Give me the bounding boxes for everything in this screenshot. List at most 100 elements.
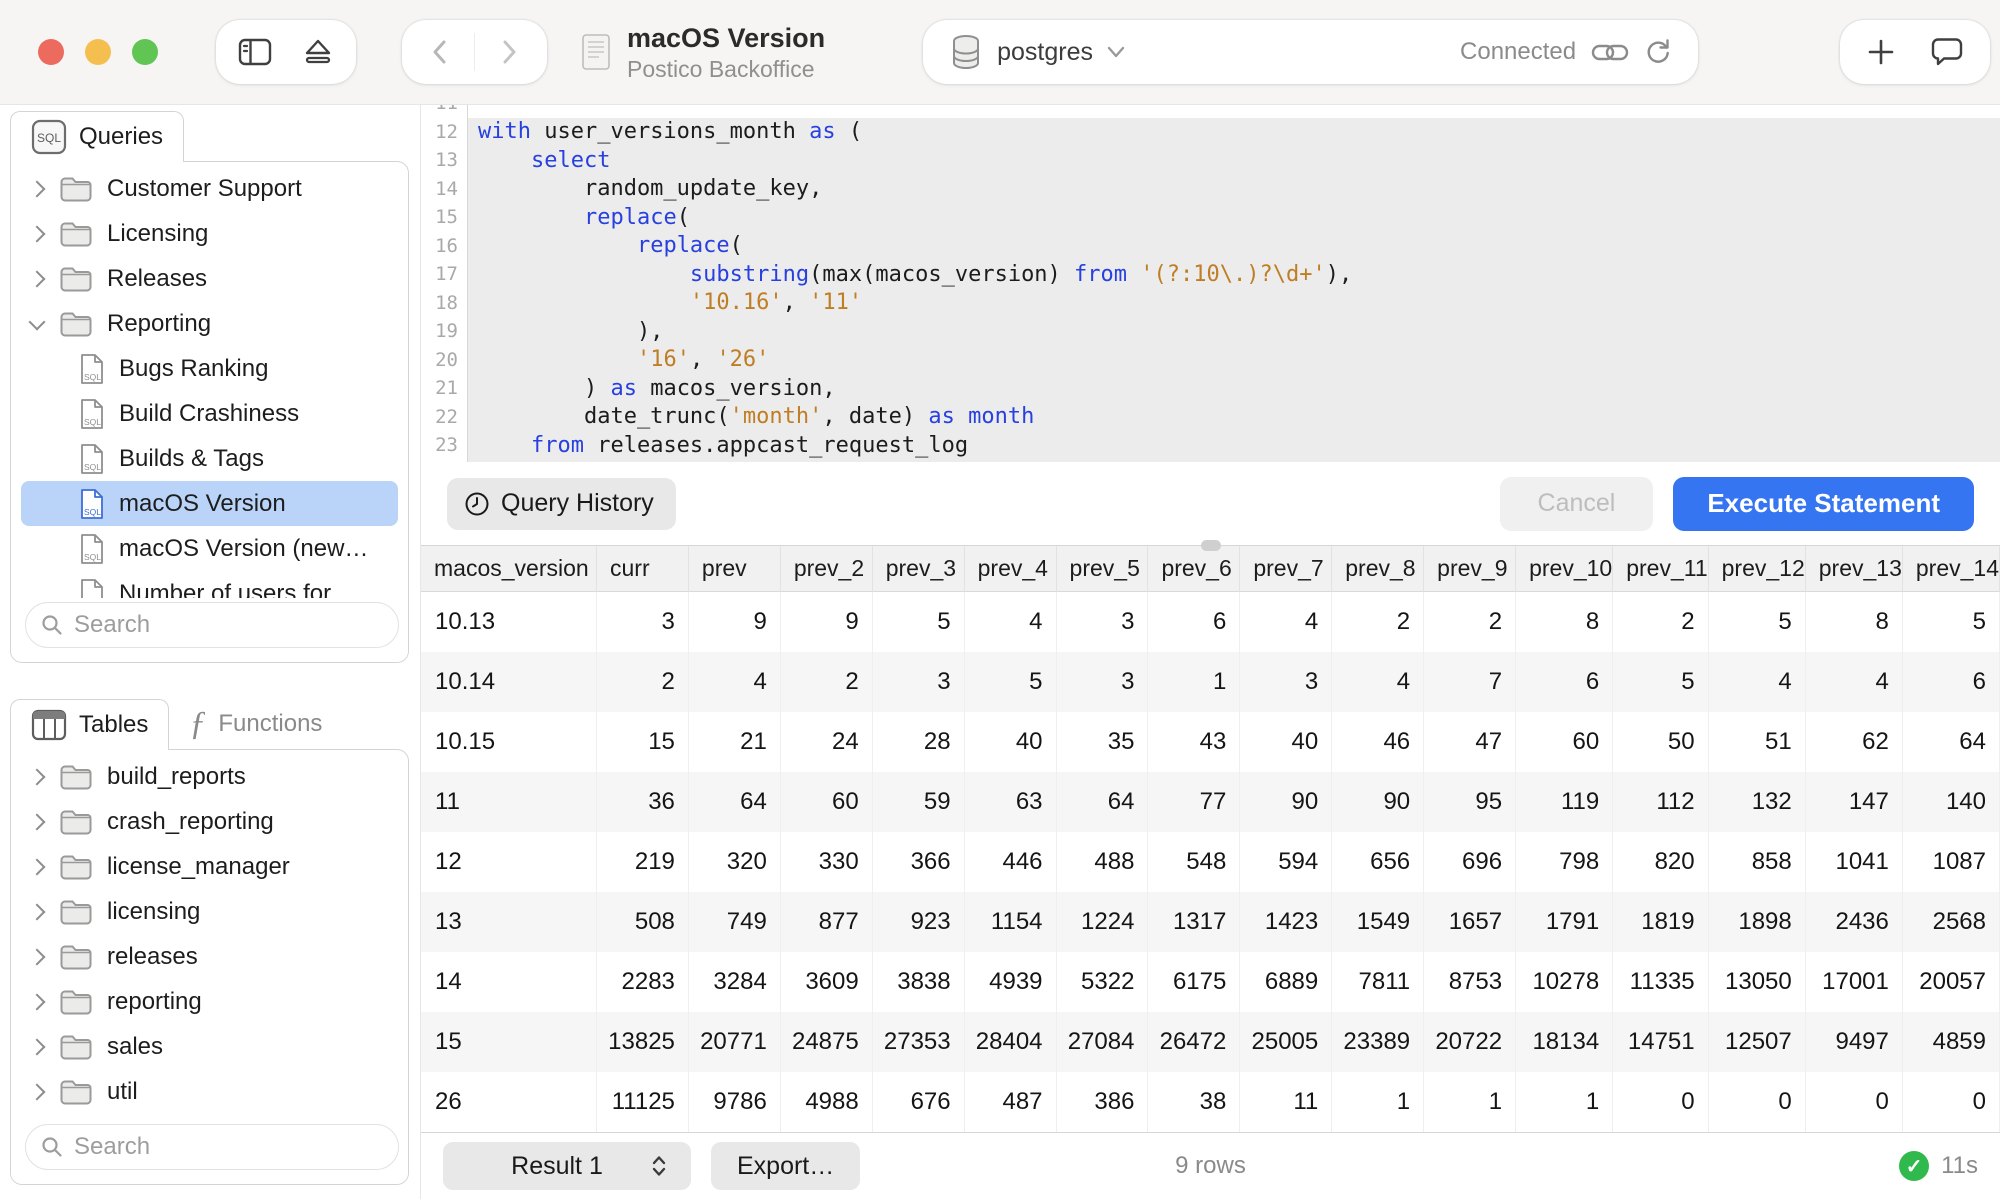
value-cell[interactable]: 40 — [965, 712, 1057, 772]
value-cell[interactable]: 366 — [873, 832, 965, 892]
column-header-macos-version[interactable]: macos_version — [421, 546, 597, 592]
tree-item-releases[interactable]: Releases — [21, 256, 398, 301]
value-cell[interactable]: 749 — [689, 892, 781, 952]
chevron-down-icon[interactable] — [29, 313, 46, 330]
value-cell[interactable]: 6889 — [1240, 952, 1332, 1012]
row-label-cell[interactable]: 12 — [421, 832, 597, 892]
row-label-cell[interactable]: 10.15 — [421, 712, 597, 772]
chevron-right-icon[interactable] — [29, 903, 46, 920]
value-cell[interactable]: 594 — [1240, 832, 1332, 892]
value-cell[interactable]: 25005 — [1240, 1012, 1332, 1072]
value-cell[interactable]: 9786 — [689, 1072, 781, 1132]
connection-pill[interactable]: postgres Connected — [923, 20, 1698, 84]
value-cell[interactable]: 60 — [1516, 712, 1613, 772]
value-cell[interactable]: 3838 — [873, 952, 965, 1012]
value-cell[interactable]: 140 — [1903, 772, 2000, 832]
chevron-down-icon[interactable] — [1105, 45, 1127, 59]
column-header-prev-13[interactable]: prev_13 — [1806, 546, 1903, 592]
code-line-18[interactable]: 18 '10.16', '11' — [421, 289, 2000, 318]
value-cell[interactable]: 90 — [1332, 772, 1424, 832]
tab-functions[interactable]: ƒ Functions — [169, 699, 342, 749]
row-label-cell[interactable]: 11 — [421, 772, 597, 832]
queries-search-input[interactable] — [25, 602, 399, 648]
tree-item-licensing[interactable]: Licensing — [21, 211, 398, 256]
value-cell[interactable]: 20057 — [1903, 952, 2000, 1012]
value-cell[interactable]: 20771 — [689, 1012, 781, 1072]
tables-search-input[interactable] — [25, 1124, 399, 1170]
value-cell[interactable]: 4 — [965, 592, 1057, 652]
chevron-right-icon[interactable] — [29, 993, 46, 1010]
value-cell[interactable]: 17001 — [1806, 952, 1903, 1012]
value-cell[interactable]: 4988 — [781, 1072, 873, 1132]
chevron-right-icon[interactable] — [29, 768, 46, 785]
column-header-prev-10[interactable]: prev_10 — [1516, 546, 1613, 592]
value-cell[interactable]: 4 — [1240, 592, 1332, 652]
value-cell[interactable]: 4 — [1709, 652, 1806, 712]
value-cell[interactable]: 3284 — [689, 952, 781, 1012]
value-cell[interactable]: 858 — [1709, 832, 1806, 892]
value-cell[interactable]: 3 — [1057, 652, 1149, 712]
value-cell[interactable]: 5 — [1709, 592, 1806, 652]
column-header-prev-12[interactable]: prev_12 — [1709, 546, 1806, 592]
value-cell[interactable]: 1819 — [1613, 892, 1708, 952]
value-cell[interactable]: 38 — [1148, 1072, 1240, 1132]
chevron-right-icon[interactable] — [29, 948, 46, 965]
value-cell[interactable]: 320 — [689, 832, 781, 892]
value-cell[interactable]: 20722 — [1424, 1012, 1516, 1072]
value-cell[interactable]: 9497 — [1806, 1012, 1903, 1072]
value-cell[interactable]: 119 — [1516, 772, 1613, 832]
value-cell[interactable]: 11125 — [597, 1072, 689, 1132]
tree-item-build-reports[interactable]: build_reports — [21, 754, 398, 799]
tree-item-crash-reporting[interactable]: crash_reporting — [21, 799, 398, 844]
value-cell[interactable]: 51 — [1709, 712, 1806, 772]
splitter-handle[interactable] — [1201, 540, 1221, 551]
column-header-prev-8[interactable]: prev_8 — [1332, 546, 1424, 592]
value-cell[interactable]: 4859 — [1903, 1012, 2000, 1072]
value-cell[interactable]: 28 — [873, 712, 965, 772]
row-label-cell[interactable]: 13 — [421, 892, 597, 952]
value-cell[interactable]: 8 — [1806, 592, 1903, 652]
value-cell[interactable]: 487 — [965, 1072, 1057, 1132]
value-cell[interactable]: 21 — [689, 712, 781, 772]
value-cell[interactable]: 23389 — [1332, 1012, 1424, 1072]
value-cell[interactable]: 386 — [1057, 1072, 1149, 1132]
code-line-22[interactable]: 22 date_trunc('month', date) as month — [421, 403, 2000, 432]
value-cell[interactable]: 64 — [1057, 772, 1149, 832]
value-cell[interactable]: 95 — [1424, 772, 1516, 832]
value-cell[interactable]: 132 — [1709, 772, 1806, 832]
value-cell[interactable]: 1 — [1424, 1072, 1516, 1132]
value-cell[interactable]: 26472 — [1148, 1012, 1240, 1072]
value-cell[interactable]: 1041 — [1806, 832, 1903, 892]
value-cell[interactable]: 13825 — [597, 1012, 689, 1072]
reconnect-refresh-icon[interactable] — [1644, 37, 1672, 67]
tab-queries[interactable]: SQL Queries — [10, 111, 184, 162]
tab-tables[interactable]: Tables — [10, 699, 169, 750]
cancel-button[interactable]: Cancel — [1500, 477, 1654, 531]
chevron-right-icon[interactable] — [29, 270, 46, 287]
value-cell[interactable]: 7 — [1424, 652, 1516, 712]
value-cell[interactable]: 12507 — [1709, 1012, 1806, 1072]
value-cell[interactable]: 24875 — [781, 1012, 873, 1072]
value-cell[interactable]: 6175 — [1148, 952, 1240, 1012]
value-cell[interactable]: 59 — [873, 772, 965, 832]
column-header-prev-3[interactable]: prev_3 — [873, 546, 965, 592]
tree-item-releases[interactable]: releases — [21, 934, 398, 979]
tree-item-sales[interactable]: sales — [21, 1024, 398, 1069]
code-line-21[interactable]: 21 ) as macos_version, — [421, 374, 2000, 403]
chevron-right-icon[interactable] — [29, 225, 46, 242]
value-cell[interactable]: 8753 — [1424, 952, 1516, 1012]
value-cell[interactable]: 798 — [1516, 832, 1613, 892]
value-cell[interactable]: 4939 — [965, 952, 1057, 1012]
value-cell[interactable]: 62 — [1806, 712, 1903, 772]
value-cell[interactable]: 64 — [1903, 712, 2000, 772]
tree-item-number-of-users-for[interactable]: SQLNumber of users for — [21, 571, 398, 598]
column-header-prev-4[interactable]: prev_4 — [965, 546, 1057, 592]
value-cell[interactable]: 5 — [873, 592, 965, 652]
value-cell[interactable]: 5322 — [1057, 952, 1149, 1012]
value-cell[interactable]: 0 — [1806, 1072, 1903, 1132]
value-cell[interactable]: 923 — [873, 892, 965, 952]
sidebar-toggle-icon[interactable] — [238, 37, 272, 67]
new-tab-plus-icon[interactable] — [1866, 37, 1896, 67]
value-cell[interactable]: 2 — [1424, 592, 1516, 652]
value-cell[interactable]: 3 — [597, 592, 689, 652]
